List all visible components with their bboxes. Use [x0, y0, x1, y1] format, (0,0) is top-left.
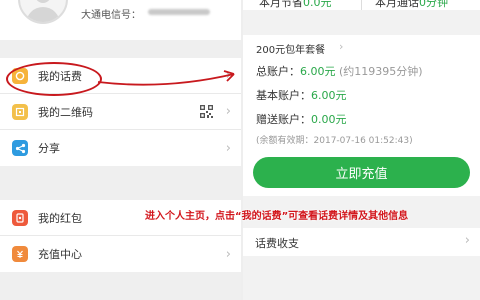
basic-account-label: 基本账户： [256, 89, 311, 102]
menu-item-label: 充值中心 [38, 248, 82, 261]
chevron-right-icon: › [225, 246, 231, 262]
stat-value: 0.0元 [303, 0, 332, 9]
highlight-ellipse [6, 62, 102, 96]
annotation-caption: 进入个人主页，点击“我的话费”可查看话费详情及其他信息 [145, 211, 409, 222]
avatar-body [26, 7, 60, 22]
balance-expiry: (余额有效期：2017-07-16 01:52:43) [256, 136, 413, 146]
monthly-call-time: 本月通话0分钟 [375, 0, 448, 10]
stat-value: 0分钟 [419, 0, 448, 9]
gift-account-label: 赠送账户： [256, 113, 311, 126]
total-account-note: (约119395分钟) [339, 65, 423, 78]
qr-badge-icon [12, 103, 28, 120]
bill-history-row[interactable]: 话费收支 › [243, 228, 480, 256]
chevron-right-icon: › [464, 233, 470, 248]
stat-label: 本月通话 [375, 0, 419, 9]
empty-area [243, 262, 480, 300]
total-account-label: 总账户： [256, 65, 300, 78]
menu-item-share[interactable]: 分享 › [0, 130, 241, 166]
menu-item-my-qr[interactable]: 我的二维码 › [0, 94, 241, 130]
bill-detail-screen: 本月节省0.0元 本月通话0分钟 200元包年套餐 › 总账户：6.00元 (约… [243, 0, 480, 300]
menu-item-label: 我的二维码 [38, 105, 93, 119]
profile-header: 大通电信号： [0, 0, 241, 40]
profile-screen: 大通电信号： 我的话费 › 我的二维码 › 分享 › 我的红包 充值中心 › [0, 0, 241, 300]
total-account-value: 6.00元 [300, 65, 336, 78]
avatar-head [35, 0, 51, 3]
avatar[interactable] [18, 0, 68, 24]
annotation-arrow [97, 70, 235, 86]
screenshot: 大通电信号： 我的话费 › 我的二维码 › 分享 › 我的红包 充值中心 › 本… [0, 0, 480, 300]
gift-account-line: 赠送账户：0.00元 [256, 111, 347, 127]
recharge-now-button[interactable]: 立即充值 [253, 157, 470, 188]
share-icon [12, 140, 28, 156]
phone-number-label: 大通电信号： [81, 10, 141, 21]
plan-name[interactable]: 200元包年套餐 [256, 41, 325, 56]
chevron-right-icon: › [225, 140, 231, 156]
monthly-stats-bar: 本月节省0.0元 本月通话0分钟 [243, 0, 480, 10]
chevron-right-icon[interactable]: › [339, 40, 343, 53]
bill-history-label: 话费收支 [255, 237, 299, 250]
monthly-savings: 本月节省0.0元 [259, 0, 332, 10]
stats-divider [361, 0, 362, 10]
chevron-right-icon: › [225, 104, 231, 119]
stat-label: 本月节省 [259, 0, 303, 9]
basic-account-value: 6.00元 [311, 89, 347, 102]
menu-item-label: 分享 [38, 142, 60, 155]
total-account-line: 总账户：6.00元 (约119395分钟) [256, 63, 423, 79]
basic-account-line: 基本账户：6.00元 [256, 87, 347, 103]
menu-item-label: 我的红包 [38, 211, 82, 225]
menu-item-recharge-center[interactable]: 充值中心 › [0, 236, 241, 272]
red-packet-icon [12, 209, 28, 226]
phone-number-blurred [148, 9, 210, 15]
account-card: 200元包年套餐 › 总账户：6.00元 (约119395分钟) 基本账户：6.… [243, 35, 480, 196]
qr-code-icon[interactable] [200, 105, 213, 118]
gift-account-value: 0.00元 [311, 113, 347, 126]
recharge-icon [12, 246, 28, 262]
